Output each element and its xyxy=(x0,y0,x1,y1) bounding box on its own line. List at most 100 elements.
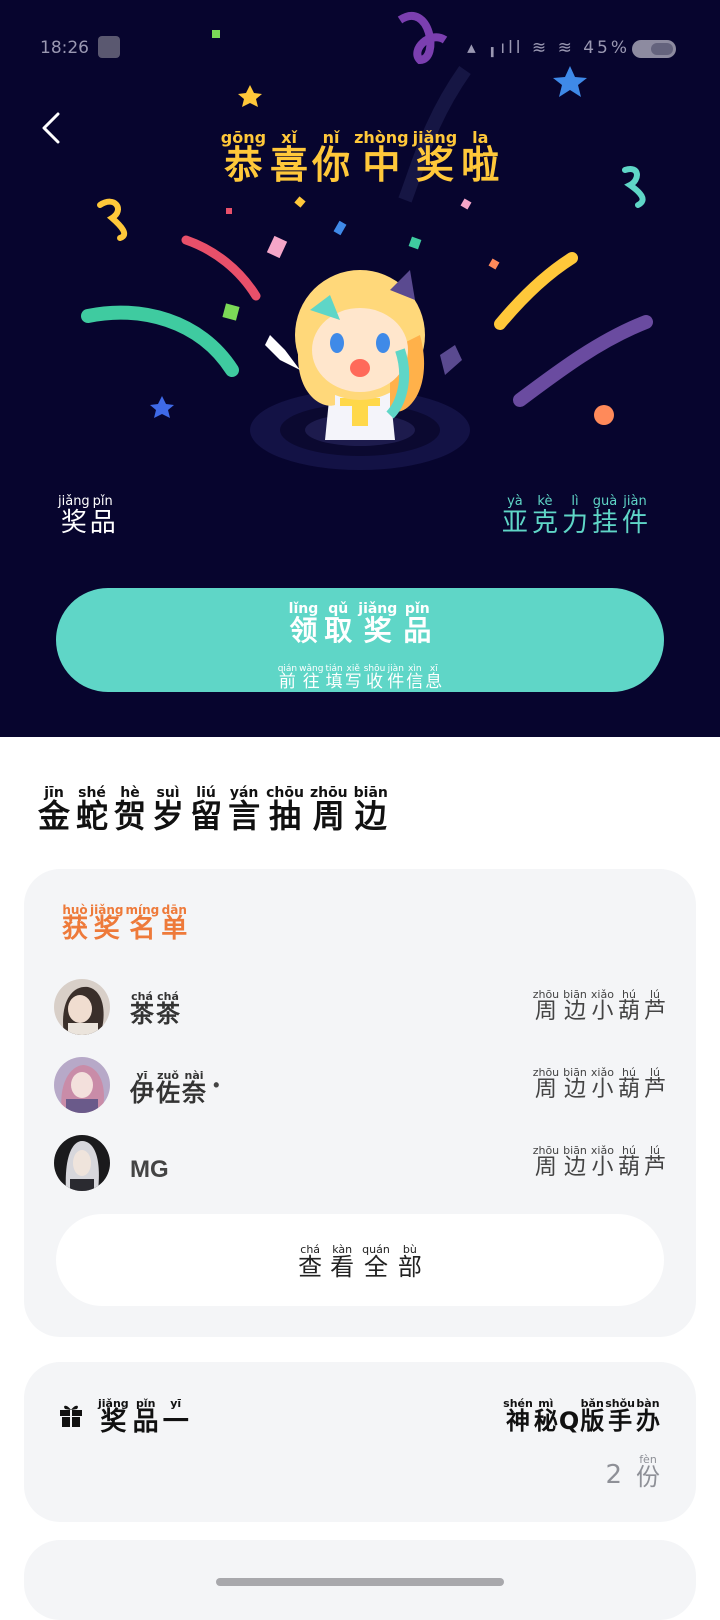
ruby-char: yán 言 xyxy=(228,786,260,834)
hanzi: 奖 xyxy=(363,614,392,647)
hanzi: 版 xyxy=(580,1407,605,1435)
ruby-char: xiǎo 小 xyxy=(591,989,614,1023)
winner-name-suffix: • xyxy=(213,1075,220,1095)
ruby-char: xiǎo 小 xyxy=(591,1145,614,1179)
hanzi: 小 xyxy=(591,999,614,1024)
ruby-char: pǐn 品 xyxy=(90,495,116,537)
winner-row: yī 伊 zuǒ 佐 nài 奈 • zhōu 周 biān 边 xiǎo 小 hú 葫 lú 芦 xyxy=(54,1057,666,1113)
hanzi: Q xyxy=(558,1407,580,1435)
hanzi: 往 xyxy=(302,672,320,692)
hanzi: 佐 xyxy=(156,1079,180,1107)
ruby-char: guà 挂 xyxy=(592,495,618,537)
hanzi: 奖 xyxy=(93,914,120,944)
hanzi: 填 xyxy=(325,672,343,692)
prize-card-name: shén 神 mì 秘 Qbǎn 版 shǒu 手 bàn 办 xyxy=(502,1392,660,1434)
hanzi: 秘 xyxy=(533,1407,558,1435)
pinyin: guà xyxy=(592,494,618,509)
hanzi: 边 xyxy=(354,797,387,835)
ruby-char: wǎng 往 xyxy=(299,665,323,692)
hanzi: 金 xyxy=(38,797,71,835)
ruby-char: dān 单 xyxy=(161,904,187,943)
prize-quantity-unit: fèn 份 xyxy=(636,1453,660,1491)
hanzi: 名 xyxy=(129,914,156,944)
ruby-char: huò 获 xyxy=(62,904,88,943)
ruby-char: chá 茶 xyxy=(130,991,154,1027)
ruby-char: hú 葫 xyxy=(618,989,640,1023)
ruby-char: jiàn 件 xyxy=(387,665,404,692)
winners-card: huò 获 jiǎng 奖 míng 名 dān 单 chá 茶 chá 茶 zhōu 周 biān 边 x… xyxy=(24,869,696,1337)
hanzi: 芦 xyxy=(643,1077,666,1102)
status-time: 18:26 xyxy=(40,38,89,58)
hanzi: 单 xyxy=(161,914,188,944)
ruby-char: zhòng 中 xyxy=(354,130,409,186)
hanzi: 件 xyxy=(621,508,648,538)
ruby-char: lǐng 领 xyxy=(289,602,319,645)
hanzi: 挂 xyxy=(591,508,618,538)
hanzi: 周 xyxy=(534,1155,557,1180)
hanzi: 你 xyxy=(312,143,351,187)
ruby-char: gōng 恭 xyxy=(221,130,266,186)
ruby-char: lú 芦 xyxy=(644,1067,666,1101)
hanzi: 取 xyxy=(324,614,353,647)
hanzi: 葫 xyxy=(617,1077,640,1102)
ruby-char: biān 边 xyxy=(563,1145,587,1179)
ruby-char: chá 茶 xyxy=(156,991,180,1027)
hanzi: 品 xyxy=(89,508,116,538)
ruby-char: jiǎng 奖 xyxy=(58,495,90,537)
hanzi: 奖 xyxy=(60,508,87,538)
hanzi: 写 xyxy=(344,672,362,692)
winner-row: chá 茶 chá 茶 zhōu 周 biān 边 xiǎo 小 hú 葫 lú 芦 xyxy=(54,979,666,1035)
hanzi: 喜 xyxy=(270,143,309,187)
claim-prize-button[interactable]: lǐng 领 qǔ 取 jiǎng 奖 pǐn 品 qián 前 wǎng 往 tián 填 xiě 写 sh… xyxy=(56,588,664,692)
ruby-char: xìn 信 xyxy=(406,665,423,692)
home-indicator[interactable] xyxy=(216,1578,504,1586)
ruby-char: biān 边 xyxy=(563,989,587,1023)
ruby-char: jīn 金 xyxy=(38,786,70,834)
hanzi: 奖 xyxy=(100,1407,127,1437)
hanzi: 品 xyxy=(403,614,432,647)
hanzi: 办 xyxy=(636,1407,660,1435)
hanzi: 获 xyxy=(62,914,89,944)
hanzi: 领 xyxy=(289,614,318,647)
hanzi: 力 xyxy=(561,508,588,538)
ruby-char: pǐn 品 xyxy=(403,602,431,645)
hanzi: 前 xyxy=(278,672,296,692)
hanzi: 全 xyxy=(363,1253,388,1281)
prize-value: yà 亚 kè 克 lì 力 guà 挂 jiàn 件 xyxy=(498,490,648,537)
ruby-char: chōu 抽 xyxy=(266,786,304,834)
ruby-char: hè 贺 xyxy=(114,786,146,834)
ruby-char: biān 边 xyxy=(354,786,388,834)
hanzi: 周 xyxy=(534,999,557,1024)
ruby-char: jiǎng 奖 xyxy=(98,1398,129,1436)
ruby-char: lì 力 xyxy=(562,495,588,537)
ruby-char: zhōu 周 xyxy=(533,989,559,1023)
status-signal-icons: ▴ ╻ıll ≋ ≋ 45% xyxy=(467,38,630,58)
hanzi: 边 xyxy=(564,1155,587,1180)
ruby-char: qǔ 取 xyxy=(324,602,352,645)
ruby-char: kè 克 xyxy=(532,495,558,537)
hanzi: 茶 xyxy=(130,1000,154,1028)
ruby-char: xǐ 喜 xyxy=(270,130,308,186)
view-all-label: chá 查 kàn 看 quán 全 bù 部 xyxy=(56,1238,664,1280)
prize-card: jiǎng 奖 pǐn 品 yī 一 shén 神 mì 秘 Qbǎn 版 shǒu 手 bàn 办 2 … xyxy=(24,1362,696,1522)
ruby-char: yī 伊 xyxy=(130,1070,154,1106)
view-all-button[interactable]: chá 查 kàn 看 quán 全 bù 部 xyxy=(56,1214,664,1306)
ruby-char: mì 秘 xyxy=(534,1398,558,1434)
hanzi: 中 xyxy=(362,143,401,187)
hanzi: 奖 xyxy=(415,143,454,187)
ruby-char: jiǎng 奖 xyxy=(90,904,123,943)
hanzi: 息 xyxy=(425,672,443,692)
ruby-char: bǎn 版 xyxy=(580,1398,604,1434)
status-bar: 18:26 ▴ ╻ıll ≋ ≋ 45% xyxy=(0,30,720,70)
ruby-char: míng 名 xyxy=(125,904,159,943)
winner-name: MG xyxy=(130,1141,169,1183)
hanzi: 奈 xyxy=(182,1079,206,1107)
pinyin: jiàn xyxy=(623,494,647,509)
hanzi: 茶 xyxy=(156,1000,180,1028)
hanzi: 芦 xyxy=(643,999,666,1024)
hanzi: 看 xyxy=(330,1253,355,1281)
hanzi: 边 xyxy=(564,1077,587,1102)
ruby-char: biān 边 xyxy=(563,1067,587,1101)
pinyin: kè xyxy=(537,494,553,509)
hanzi: 蛇 xyxy=(76,797,109,835)
